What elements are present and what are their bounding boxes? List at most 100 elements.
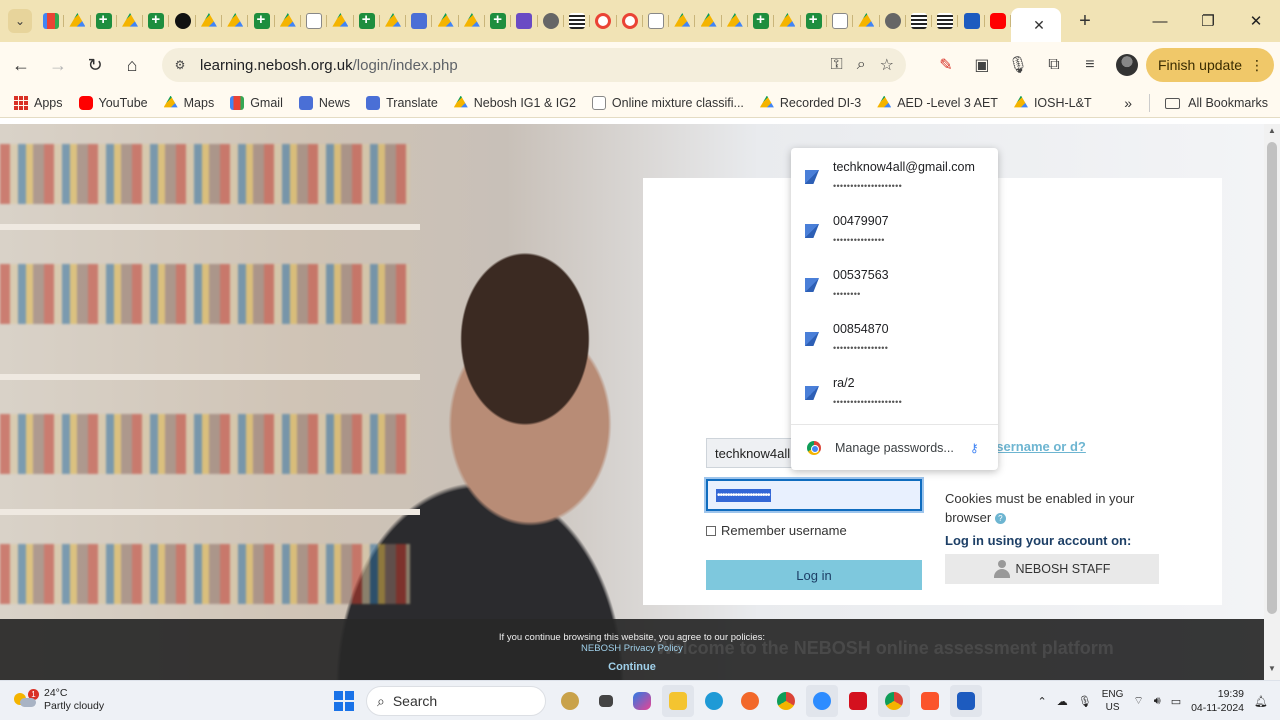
- browser-tab[interactable]: [590, 6, 617, 36]
- password-key-icon[interactable]: ⚿: [831, 56, 843, 74]
- all-bookmarks-button[interactable]: All Bookmarks: [1165, 88, 1268, 118]
- remember-username[interactable]: Remember username: [706, 523, 847, 538]
- chrome-profile-icon[interactable]: [770, 685, 802, 717]
- browser-tab[interactable]: [432, 6, 460, 36]
- wifi-icon[interactable]: ⌔: [1133, 694, 1143, 708]
- browser-tab[interactable]: [958, 6, 985, 36]
- browser-tab[interactable]: [617, 6, 644, 36]
- browser-tab[interactable]: [380, 6, 407, 36]
- manage-passwords-item[interactable]: Manage passwords... ⚷: [791, 424, 998, 470]
- saved-password-item[interactable]: ra/2 ••••••••••••••••••••: [791, 364, 998, 418]
- acrobat-icon[interactable]: [842, 685, 874, 717]
- reload-button[interactable]: ↻: [79, 49, 111, 81]
- bookmark-star-icon[interactable]: ☆: [880, 55, 894, 75]
- browser-tab[interactable]: [196, 6, 223, 36]
- browser-tab[interactable]: [406, 6, 433, 36]
- login-button[interactable]: Log in: [706, 560, 922, 590]
- browser-tab[interactable]: [485, 6, 512, 36]
- start-button[interactable]: [334, 691, 354, 711]
- browser-tab[interactable]: [643, 6, 670, 36]
- password-field[interactable]: •••••••••••••••••••••: [704, 477, 924, 513]
- remember-checkbox[interactable]: [706, 525, 716, 536]
- bookmark-item[interactable]: YouTube: [71, 89, 156, 117]
- browser-tab[interactable]: [801, 6, 828, 36]
- browser-tab[interactable]: [827, 6, 854, 36]
- privacy-policy-link[interactable]: NEBOSH Privacy Policy: [0, 643, 1264, 654]
- close-tab-icon[interactable]: ✕: [1033, 17, 1045, 34]
- browser-tab[interactable]: [459, 6, 486, 36]
- brave-icon[interactable]: [914, 685, 946, 717]
- browser-tab[interactable]: [143, 6, 170, 36]
- tab-search-button[interactable]: ⌄: [8, 9, 32, 33]
- taskbar-search[interactable]: ⌕ Search: [366, 686, 546, 716]
- browser-tab[interactable]: [169, 6, 197, 36]
- word-icon[interactable]: [950, 685, 982, 717]
- volume-icon[interactable]: 🔊︎: [1154, 695, 1161, 708]
- pen-extension-icon[interactable]: ✎: [928, 49, 964, 81]
- browser-tab[interactable]: [564, 6, 591, 36]
- browser-tab[interactable]: [301, 6, 328, 36]
- scroll-thumb[interactable]: [1267, 142, 1277, 614]
- tray-chevron-icon[interactable]: ⌃: [1038, 695, 1047, 708]
- browser-tab[interactable]: [222, 6, 249, 36]
- browser-tab[interactable]: [880, 6, 907, 36]
- microphone-icon[interactable]: 🎙︎: [1000, 49, 1036, 81]
- active-tab[interactable]: ✕: [1010, 8, 1061, 42]
- extensions-puzzle-icon[interactable]: ⧉: [1036, 49, 1072, 81]
- language-indicator[interactable]: ENG US: [1102, 688, 1124, 714]
- browser-tab[interactable]: [275, 6, 302, 36]
- scroll-up-arrow-icon[interactable]: ▲: [1264, 126, 1280, 140]
- scroll-down-arrow-icon[interactable]: ▼: [1264, 664, 1280, 678]
- browser-tab[interactable]: [748, 6, 775, 36]
- profile-avatar[interactable]: [1115, 54, 1138, 76]
- browser-tab[interactable]: [511, 6, 538, 36]
- saved-password-item[interactable]: 00854870 ••••••••••••••••: [791, 310, 998, 364]
- browser-tab[interactable]: [985, 6, 1012, 36]
- browser-tab[interactable]: [669, 6, 696, 36]
- notification-bell-icon[interactable]: 🔔︎: [1254, 695, 1268, 708]
- help-icon[interactable]: ?: [994, 513, 1006, 525]
- new-tab-button[interactable]: +: [1071, 7, 1099, 35]
- task-view-icon[interactable]: [590, 685, 622, 717]
- url-text[interactable]: learning.nebosh.org.uk/login/index.php: [200, 57, 458, 74]
- bookmark-item[interactable]: IOSH-L&T: [1006, 89, 1100, 117]
- battery-icon[interactable]: ▭: [1171, 695, 1181, 708]
- nebosh-staff-button[interactable]: NEBOSH STAFF: [945, 554, 1159, 584]
- copilot-icon[interactable]: [626, 685, 658, 717]
- widget-app-icon[interactable]: [554, 685, 586, 717]
- bookmark-item[interactable]: Gmail: [222, 89, 291, 117]
- file-explorer-icon[interactable]: [662, 685, 694, 717]
- browser-tab[interactable]: [695, 6, 723, 36]
- clock[interactable]: 19:39 04-11-2024: [1191, 687, 1244, 715]
- browser-tab[interactable]: [722, 6, 749, 36]
- edge-icon[interactable]: [698, 685, 730, 717]
- browser-tab[interactable]: [932, 6, 959, 36]
- saved-password-item[interactable]: techknow4all@gmail.com ••••••••••••••••••…: [791, 148, 998, 202]
- browser-tab[interactable]: [248, 6, 275, 36]
- close-window-button[interactable]: ✕: [1232, 0, 1280, 42]
- home-button[interactable]: ⌂: [116, 49, 148, 81]
- browser-tab[interactable]: [906, 6, 933, 36]
- microphone-tray-icon[interactable]: 🎙︎: [1078, 695, 1092, 708]
- weather-widget[interactable]: 1 24°C Partly cloudy: [14, 687, 104, 713]
- finish-update-button[interactable]: Finish update ⋮: [1145, 48, 1274, 82]
- picture-in-picture-icon[interactable]: ▣: [964, 49, 1000, 81]
- browser-tab[interactable]: [774, 6, 801, 36]
- bookmark-item[interactable]: Maps: [156, 89, 223, 117]
- saved-password-item[interactable]: 00479907 •••••••••••••••: [791, 202, 998, 256]
- minimize-button[interactable]: —: [1136, 0, 1184, 42]
- bookmark-item[interactable]: Apps: [6, 89, 71, 117]
- chrome-icon-taskbar[interactable]: [878, 685, 910, 717]
- zoom-app-icon[interactable]: [806, 685, 838, 717]
- browser-tab[interactable]: [91, 6, 118, 36]
- more-bookmarks-chevron-icon[interactable]: »: [1124, 88, 1132, 118]
- browser-tab[interactable]: [117, 6, 144, 36]
- bookmark-item[interactable]: News: [291, 89, 358, 117]
- restore-button[interactable]: ❐: [1184, 0, 1232, 42]
- firefox-icon[interactable]: [734, 685, 766, 717]
- bookmark-item[interactable]: Online mixture classifi...: [584, 89, 752, 117]
- onedrive-cloud-icon[interactable]: ☁: [1057, 695, 1068, 708]
- browser-tab[interactable]: [38, 6, 65, 36]
- bookmark-item[interactable]: Translate: [358, 89, 446, 117]
- zoom-icon[interactable]: ⌕: [857, 56, 866, 74]
